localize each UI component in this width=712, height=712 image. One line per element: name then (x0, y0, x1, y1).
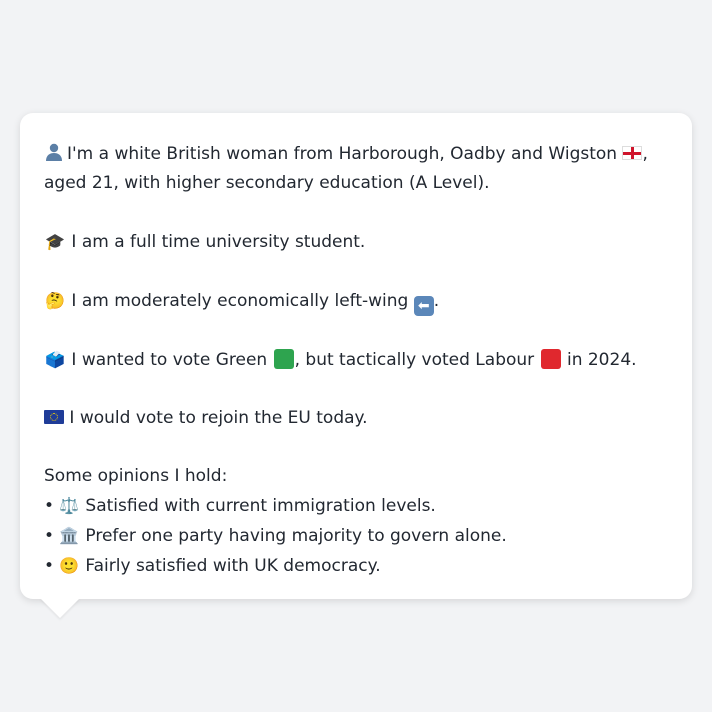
demographics-text: I'm a white British woman from Harboroug… (67, 144, 618, 164)
graduation-cap-icon: 🎓 (45, 232, 65, 251)
age-education-line: aged 21, with higher secondary education… (44, 173, 490, 193)
green-square-icon (273, 349, 294, 369)
opinion-text: Satisfied with current immigration level… (85, 496, 436, 516)
economic-text: I am moderately economically left-wing (71, 291, 409, 311)
vote-text-year: in 2024. (566, 350, 637, 370)
slightly-smiling-face-icon: 🙂 (59, 556, 79, 575)
economic-line: 🤔 I am moderately economically left-wing… (44, 286, 668, 316)
eu-line: I would vote to rejoin the EU today. (44, 404, 668, 433)
economic-period: . (433, 291, 440, 311)
person-silhouette-icon (46, 143, 62, 161)
eu-flag-icon (44, 410, 64, 424)
red-square-icon (540, 349, 561, 369)
eu-text: I would vote to rejoin the EU today. (69, 408, 368, 428)
vote-line: 🗳️ I wanted to vote Green , but tactical… (44, 345, 668, 375)
opinion-item: • ⚖️ Satisfied with current immigration l… (44, 491, 668, 521)
england-flag-icon (622, 146, 643, 160)
opinions-heading: Some opinions I hold: (44, 466, 228, 486)
opinion-text: Fairly satisfied with UK democracy. (85, 556, 381, 576)
demographics-comma: , (642, 144, 648, 164)
profile-card: I'm a white British woman from Harboroug… (20, 113, 692, 599)
balance-scale-icon: ⚖️ (59, 496, 79, 515)
bullet-point: • (44, 496, 55, 516)
bullet-point: • (44, 556, 55, 576)
classical-building-icon: 🏛️ (59, 526, 79, 545)
bullet-point: • (44, 526, 55, 546)
opinion-text: Prefer one party having majority to gove… (85, 526, 507, 546)
vote-text-labour: , but tactically voted Labour (294, 350, 535, 370)
opinion-item: • 🙂 Fairly satisfied with UK democracy. (44, 551, 668, 581)
ballot-box-icon: 🗳️ (45, 350, 65, 369)
vote-text-green: I wanted to vote Green (71, 350, 268, 370)
demographics-line: I'm a white British woman from Harboroug… (44, 139, 668, 169)
opinion-item: • 🏛️ Prefer one party having majority to … (44, 521, 668, 551)
occupation-line: 🎓 I am a full time university student. (44, 227, 668, 257)
thinking-face-icon: 🤔 (45, 291, 65, 310)
occupation-text: I am a full time university student. (71, 232, 366, 252)
left-arrow-icon: ⬅ (413, 296, 434, 316)
speech-bubble-tail (40, 598, 80, 618)
